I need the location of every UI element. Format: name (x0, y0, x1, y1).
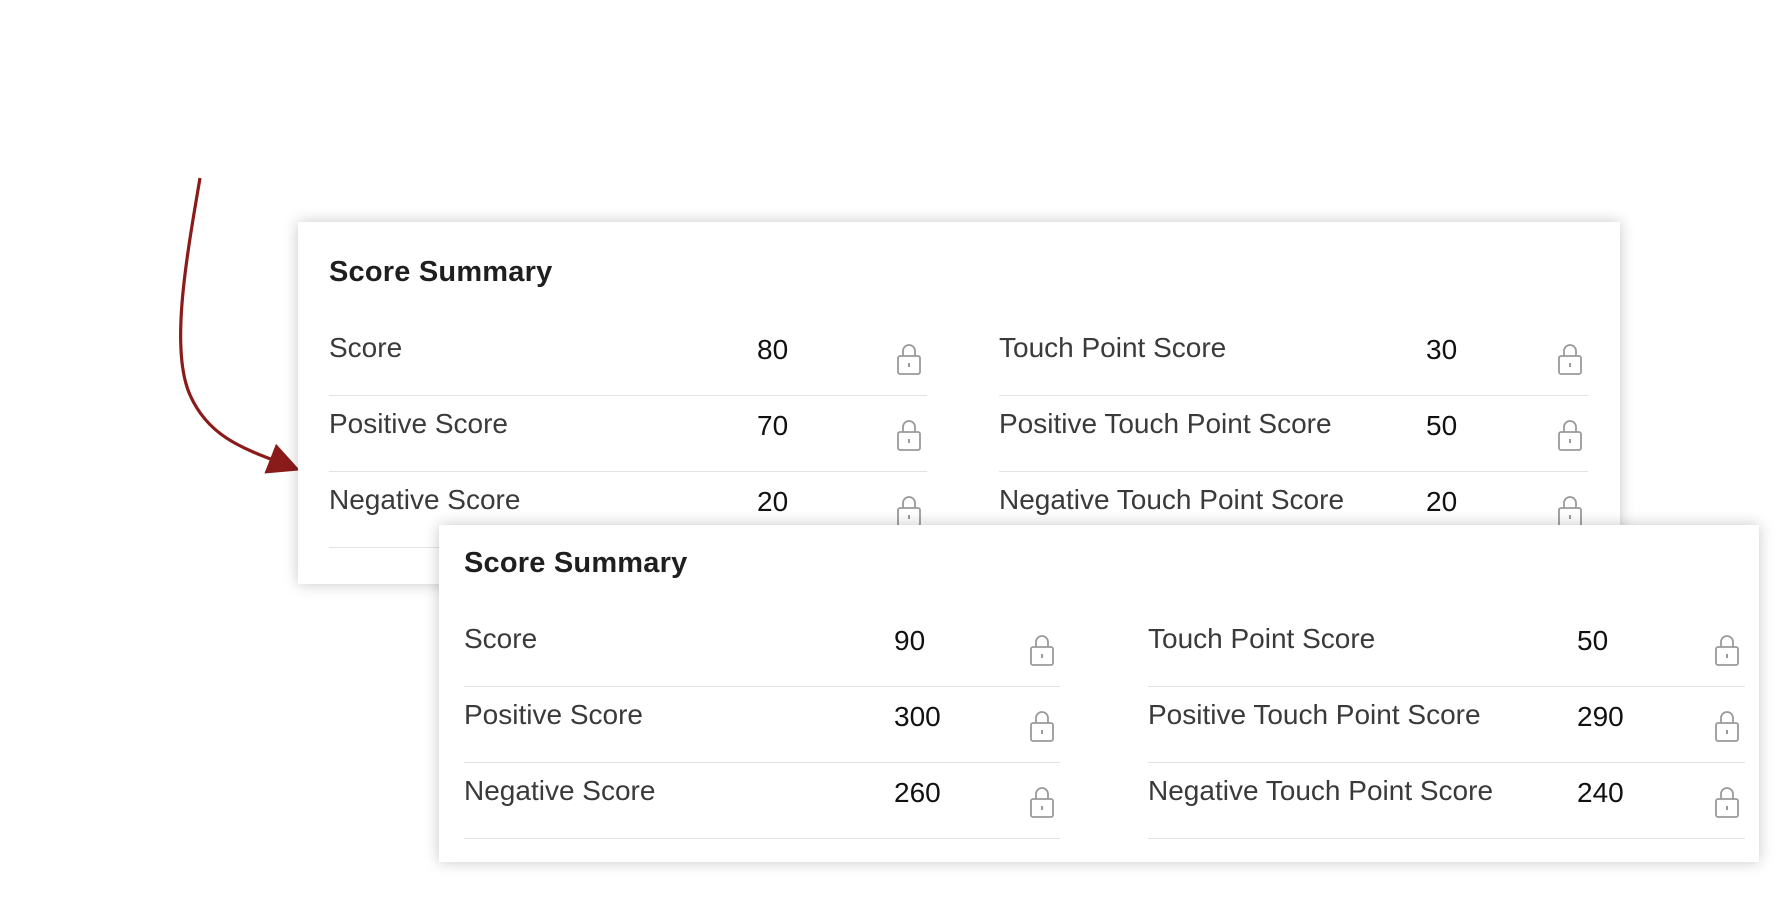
field-label: Negative Score (329, 484, 521, 515)
field-row-positive-score: Positive Score 300 (464, 687, 1060, 763)
lock-icon (1558, 496, 1582, 527)
score-summary-card-after: Score Summary Score 90 Positive Score 30… (439, 525, 1759, 862)
lock-icon (897, 496, 921, 527)
field-value: 20 (757, 486, 789, 517)
field-label: Positive Touch Point Score (1148, 699, 1481, 730)
field-label: Score (329, 332, 403, 363)
lock-icon (1715, 711, 1739, 742)
field-label: Score (464, 623, 538, 654)
field-row-score: Score 80 (329, 320, 927, 396)
field-value: 30 (1426, 334, 1458, 365)
lock-icon (1030, 711, 1054, 742)
card-title: Score Summary (329, 256, 553, 288)
field-label: Touch Point Score (999, 332, 1227, 363)
field-value: 80 (757, 334, 789, 365)
field-value: 90 (894, 625, 926, 656)
field-value: 290 (1577, 701, 1624, 732)
lock-icon (897, 420, 921, 451)
field-row-negative-touch-point-score: Negative Touch Point Score 240 (1148, 763, 1745, 839)
lock-icon (897, 344, 921, 375)
field-label: Negative Touch Point Score (999, 484, 1345, 515)
field-value: 50 (1577, 625, 1609, 656)
field-label: Touch Point Score (1148, 623, 1376, 654)
field-row-touch-point-score: Touch Point Score 30 (999, 320, 1588, 396)
field-label: Positive Touch Point Score (999, 408, 1332, 439)
field-value: 50 (1426, 410, 1458, 441)
field-row-positive-score: Positive Score 70 (329, 396, 927, 472)
field-row-positive-touch-point-score: Positive Touch Point Score 50 (999, 396, 1588, 472)
lock-icon (1558, 344, 1582, 375)
right-field-column: Touch Point Score 50 Positive Touch Poin… (1148, 611, 1745, 839)
right-field-column: Touch Point Score 30 Positive Touch Poin… (999, 320, 1588, 548)
field-label: Positive Score (464, 699, 643, 730)
field-row-positive-touch-point-score: Positive Touch Point Score 290 (1148, 687, 1745, 763)
field-value: 70 (757, 410, 789, 441)
left-field-column: Score 80 Positive Score 70 Negative Scor… (329, 320, 927, 548)
field-value: 20 (1426, 486, 1458, 517)
lock-icon (1715, 787, 1739, 818)
field-row-touch-point-score: Touch Point Score 50 (1148, 611, 1745, 687)
field-value: 260 (894, 777, 941, 808)
lock-icon (1030, 787, 1054, 818)
lock-icon (1030, 635, 1054, 666)
left-field-column: Score 90 Positive Score 300 Negative Sco… (464, 611, 1060, 839)
lock-icon (1558, 420, 1582, 451)
field-value: 300 (894, 701, 941, 732)
field-label: Positive Score (329, 408, 508, 439)
field-row-score: Score 90 (464, 611, 1060, 687)
field-row-negative-score: Negative Score 260 (464, 763, 1060, 839)
lock-icon (1715, 635, 1739, 666)
arrow-path (178, 177, 300, 474)
card-title: Score Summary (464, 547, 688, 579)
field-label: Negative Touch Point Score (1148, 775, 1494, 806)
field-value: 240 (1577, 777, 1624, 808)
field-label: Negative Score (464, 775, 656, 806)
